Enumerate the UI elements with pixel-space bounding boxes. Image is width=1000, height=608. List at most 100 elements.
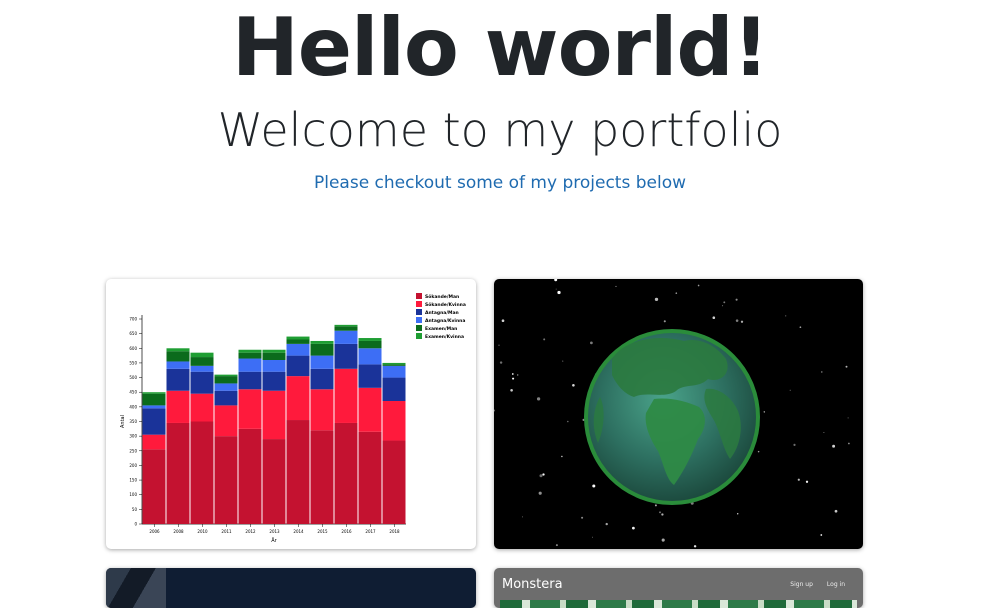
star: [785, 315, 787, 317]
bar-segment: [214, 383, 238, 391]
star: [592, 484, 596, 488]
star: [615, 285, 617, 287]
bar-segment: [190, 421, 214, 524]
project-card-monstera[interactable]: Monstera Sign up Log in: [494, 568, 863, 608]
star: [517, 374, 519, 376]
project-card-building[interactable]: [106, 568, 476, 608]
star: [805, 480, 809, 483]
bar-segment: [358, 387, 382, 432]
star: [543, 338, 546, 341]
bar-segment: [382, 440, 406, 524]
star: [820, 534, 823, 536]
x-tick-label: 2012: [245, 529, 256, 534]
bar-segment: [286, 420, 310, 524]
x-tick-label: 2011: [221, 529, 232, 534]
bar-segment: [262, 360, 286, 372]
star: [590, 341, 593, 345]
star: [693, 545, 697, 548]
stacked-bar-chart: 0 50 100 150 200 250 300 350 400 450 500 550 600 650 7…: [120, 293, 466, 544]
star: [821, 371, 823, 373]
bar-segment: [358, 340, 382, 349]
project-card-globe[interactable]: [494, 279, 863, 549]
bar-segment: [190, 352, 214, 358]
y-tick-label: 100: [129, 492, 137, 497]
bar-segment: [358, 431, 382, 524]
bar-segment: [358, 338, 382, 341]
star: [712, 316, 716, 319]
bar-segment: [334, 422, 358, 524]
bar-segment: [334, 368, 358, 423]
star: [659, 511, 661, 514]
project-card-chart[interactable]: 0 50 100 150 200 250 300 350 400 450 500 550 600 650 7…: [106, 279, 476, 549]
legend-label: Examen/Man: [425, 326, 457, 332]
bar-segment: [166, 361, 190, 369]
bar-segment: [214, 376, 238, 384]
star: [737, 513, 739, 515]
globe-scene: [494, 279, 850, 548]
star: [554, 279, 558, 282]
bar-segment: [310, 389, 334, 431]
x-tick-label: 2006: [149, 529, 160, 534]
star: [539, 474, 543, 478]
legend-label: Antagna/Kvinna: [425, 318, 465, 324]
y-axis-label: Antal: [120, 415, 126, 428]
bar-segment: [166, 390, 190, 423]
star: [757, 450, 760, 453]
bar-segment: [310, 340, 334, 344]
x-tick-label: 2017: [365, 529, 376, 534]
star: [661, 538, 665, 542]
legend-label: Sökande/Kvinna: [425, 302, 466, 308]
bar-segment: [262, 390, 286, 440]
star: [538, 491, 542, 495]
bar-segment: [310, 355, 334, 369]
bar-segment: [310, 368, 334, 390]
y-tick-label: 550: [129, 360, 137, 365]
star: [661, 513, 664, 516]
star: [797, 478, 800, 481]
bar-segment: [190, 357, 214, 366]
bar-segment: [166, 348, 190, 352]
star: [542, 473, 545, 476]
bar-segment: [142, 405, 166, 409]
bar-segment: [238, 389, 262, 429]
star: [823, 431, 825, 434]
y-tick-label: 300: [129, 434, 137, 439]
legend-label: Sökande/Man: [425, 294, 459, 300]
star: [789, 389, 791, 391]
monstera-hero-strip: [500, 600, 857, 608]
bar-segment: [286, 336, 310, 340]
bar-segment: [166, 368, 190, 391]
star: [511, 373, 514, 375]
star: [555, 288, 557, 290]
star: [562, 360, 564, 362]
star: [675, 292, 678, 294]
x-tick-label: 2014: [293, 529, 304, 534]
y-tick-label: 600: [129, 346, 137, 351]
x-tick-label: 2016: [341, 529, 352, 534]
star: [536, 397, 541, 401]
y-tick-label: 0: [134, 522, 137, 527]
page-title: Hello world!: [231, 1, 769, 94]
y-tick-label: 250: [129, 448, 137, 453]
monstera-signup-link: Sign up: [790, 580, 813, 588]
bar-segment: [238, 349, 262, 353]
star: [832, 444, 836, 448]
earth-globe-icon: [584, 329, 760, 505]
bar-segment: [286, 339, 310, 344]
legend-swatch: [416, 317, 422, 323]
bar-segment: [286, 343, 310, 356]
bar-segment: [214, 436, 238, 524]
y-tick-label: 500: [129, 375, 137, 380]
star: [510, 389, 513, 392]
star: [499, 361, 503, 364]
monstera-navbar: Monstera Sign up Log in: [494, 568, 863, 600]
star: [494, 409, 496, 412]
star: [735, 298, 738, 301]
star: [799, 326, 802, 329]
bar-segment: [142, 449, 166, 524]
bar-segment: [382, 401, 406, 441]
bar-segment: [166, 351, 190, 362]
star: [654, 504, 657, 507]
legend-swatch: [416, 325, 422, 331]
bar-segment: [334, 326, 358, 331]
